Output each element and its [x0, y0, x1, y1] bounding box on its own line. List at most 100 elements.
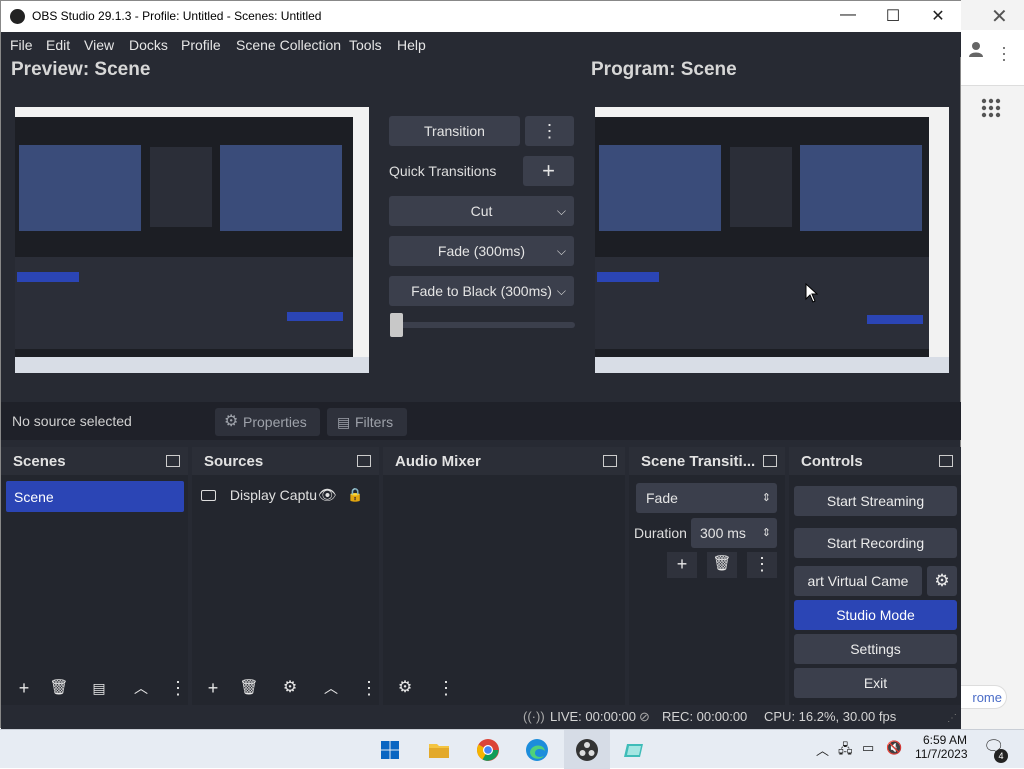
monitor-tray-icon[interactable]: ▭ [862, 740, 874, 756]
menu-edit[interactable]: Edit [46, 37, 70, 53]
scene-menu-button[interactable]: ⋮ [163, 676, 193, 702]
nested-program [220, 145, 342, 231]
add-source-button[interactable]: + [198, 676, 228, 702]
edge-icon[interactable] [525, 738, 549, 762]
remove-source-button[interactable]: 🗑 [234, 676, 264, 702]
minimize-button[interactable]: — [833, 6, 863, 28]
file-explorer-icon[interactable] [427, 738, 451, 762]
transition-properties-button[interactable]: ⋮ [747, 552, 777, 578]
move-source-up-button[interactable]: ︿ [316, 676, 346, 702]
preview-title: Preview: Scene [11, 59, 151, 80]
close-button[interactable]: ✕ [923, 6, 953, 28]
quick-transition-fade-black[interactable]: Fade to Black (300ms) ⌵ [389, 276, 574, 306]
app-icon[interactable] [623, 738, 647, 762]
sources-dock: Sources + 🗑 ⚙ ︿ ⋮ [192, 447, 379, 705]
menu-profile[interactable]: Profile [181, 37, 221, 53]
menu-docks[interactable]: Docks [129, 37, 168, 53]
duration-label: Duration [634, 525, 687, 541]
remove-scene-button[interactable]: 🗑 [44, 676, 74, 702]
lock-icon[interactable]: 🔒 [347, 487, 363, 503]
transition-menu-button[interactable]: ⋮ [525, 116, 574, 146]
windows-start-icon[interactable] [378, 738, 402, 762]
undock-icon[interactable] [939, 455, 953, 467]
chrome-window-edge: ✕ · · · rome [960, 0, 1024, 730]
properties-button[interactable]: ⚙ Properties [215, 408, 320, 436]
remove-transition-button[interactable]: 🗑 [707, 552, 737, 578]
nested-taskbar [15, 357, 369, 373]
add-transition-button[interactable]: + [667, 552, 697, 578]
menu-view[interactable]: View [84, 37, 114, 53]
dock-header: Audio Mixer [383, 447, 625, 475]
transition-select[interactable]: Fade ⇕ [636, 483, 777, 513]
apps-grid-icon[interactable] [981, 98, 1001, 118]
chrome-label[interactable]: rome [961, 685, 1007, 709]
undock-icon[interactable] [603, 455, 617, 467]
quick-transition-fade[interactable]: Fade (300ms) ⌵ [389, 236, 574, 266]
system-clock[interactable]: 6:59 AM 11/7/2023 [915, 733, 968, 761]
transition-selected: Fade [646, 490, 678, 506]
nested-preview [599, 145, 721, 231]
chevron-down-icon[interactable]: ⌵ [557, 276, 566, 306]
start-recording-button[interactable]: Start Recording [794, 528, 957, 558]
menu-help[interactable]: Help [397, 37, 426, 53]
filter-icon: ▤ [337, 414, 351, 430]
sources-toolbar: + 🗑 ⚙ ︿ ⋮ [192, 673, 379, 705]
source-menu-button[interactable]: ⋮ [354, 676, 384, 702]
show-hidden-icons-icon[interactable]: ︿ [816, 740, 829, 759]
preview-canvas[interactable] [15, 107, 369, 373]
chrome-menu-icon[interactable]: · · · [1001, 38, 1007, 68]
scene-list-item[interactable]: Scene [6, 481, 184, 512]
settings-button[interactable]: Settings [794, 634, 957, 664]
studio-mode-button[interactable]: Studio Mode [794, 600, 957, 630]
tbar-slider-handle[interactable] [390, 313, 403, 337]
profile-icon[interactable] [967, 40, 985, 58]
add-quick-transition-button[interactable]: + [523, 156, 574, 186]
start-streaming-button[interactable]: Start Streaming [794, 486, 957, 516]
menu-tools[interactable]: Tools [349, 37, 382, 53]
source-context-bar: No source selected ⚙ Properties ▤ Filter… [1, 402, 961, 440]
chrome-icon[interactable] [476, 738, 500, 762]
gear-icon: ⚙ [224, 413, 239, 430]
obs-icon[interactable] [575, 738, 599, 762]
audio-toolbar: ⚙ ⋮ [383, 673, 625, 705]
start-virtual-camera-button[interactable]: art Virtual Came [794, 566, 922, 596]
nested-scroll [929, 117, 949, 357]
chrome-close-icon[interactable]: ✕ [991, 4, 1008, 29]
tbar-slider-track[interactable] [395, 322, 575, 328]
virtual-camera-settings-gear-icon[interactable]: ⚙ [927, 566, 957, 596]
audio-menu-button[interactable]: ⋮ [431, 676, 461, 702]
audio-settings-gear-icon[interactable]: ⚙ [390, 676, 420, 702]
cpu-status: CPU: 16.2%, 30.00 fps [764, 709, 897, 724]
clock-time: 6:59 AM [922, 733, 967, 747]
dock-header: Sources [192, 447, 379, 475]
network-icon[interactable]: 🖧 [838, 740, 853, 762]
obs-window: OBS Studio 29.1.3 - Profile: Untitled - … [0, 0, 961, 729]
spin-arrows-icon[interactable]: ⇕ [762, 518, 771, 548]
add-scene-button[interactable]: + [9, 676, 39, 702]
chevron-down-icon[interactable]: ⌵ [557, 196, 566, 226]
undock-icon[interactable] [763, 455, 777, 467]
nested-titlebar [15, 107, 369, 117]
resize-grip-icon[interactable]: ⋰ [947, 713, 957, 724]
scene-filters-button[interactable]: ▤ [84, 676, 114, 702]
filters-button[interactable]: ▤ Filters [327, 408, 407, 436]
duration-spinbox[interactable]: 300 ms ⇕ [691, 518, 777, 548]
maximize-button[interactable]: ☐ [878, 6, 908, 28]
move-scene-up-button[interactable]: ︿ [126, 676, 156, 702]
rec-status: REC: 00:00:00 [662, 709, 748, 724]
menu-scene-collection[interactable]: Scene Collection [236, 37, 341, 53]
quick-transition-cut[interactable]: Cut ⌵ [389, 196, 574, 226]
transition-button[interactable]: Transition [389, 116, 520, 146]
chevron-down-icon[interactable]: ⌵ [557, 236, 566, 266]
exit-button[interactable]: Exit [794, 668, 957, 698]
undock-icon[interactable] [166, 455, 180, 467]
volume-muted-icon[interactable]: 🔇 [886, 740, 902, 756]
nested-scroll [353, 117, 369, 357]
menu-file[interactable]: File [10, 37, 33, 53]
nested-docks [595, 257, 929, 349]
source-properties-button[interactable]: ⚙ [275, 676, 305, 702]
undock-icon[interactable] [357, 455, 371, 467]
visibility-eye-icon[interactable]: 👁 [318, 486, 337, 504]
program-title: Program: Scene [591, 59, 737, 80]
source-list-item[interactable]: Display Captu 👁 🔒 [201, 487, 363, 504]
